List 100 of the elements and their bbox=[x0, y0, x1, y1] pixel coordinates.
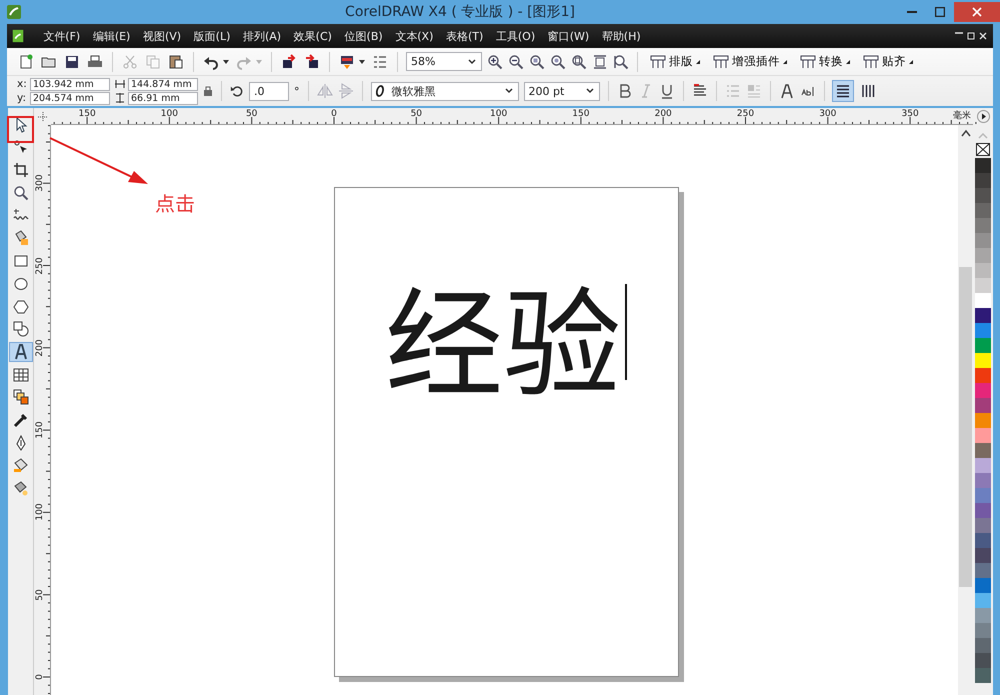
lock-icon[interactable] bbox=[203, 85, 213, 97]
color-swatch[interactable] bbox=[975, 578, 991, 593]
toolbar-button[interactable] bbox=[167, 52, 185, 70]
printer-icon bbox=[87, 54, 103, 70]
color-swatch[interactable] bbox=[975, 263, 991, 278]
grid-icon bbox=[12, 366, 28, 383]
color-swatch[interactable] bbox=[975, 503, 991, 518]
color-swatch[interactable] bbox=[975, 368, 991, 383]
color-swatch[interactable] bbox=[975, 293, 991, 308]
page-text: 经验 bbox=[385, 276, 622, 394]
ruler-origin-icon[interactable] bbox=[38, 112, 48, 122]
ruler-label: 150 bbox=[572, 109, 590, 119]
document-icon[interactable] bbox=[11, 29, 25, 43]
zoom-out-icon[interactable] bbox=[508, 54, 524, 70]
corner-triangle-icon bbox=[783, 60, 787, 64]
height-field[interactable]: 66.91 mm bbox=[128, 92, 198, 104]
color-swatch[interactable] bbox=[975, 623, 991, 638]
fit-width-icon[interactable] bbox=[592, 54, 608, 70]
menu-item[interactable]: 位图(B) bbox=[338, 28, 389, 44]
color-swatch[interactable] bbox=[975, 668, 991, 683]
annotation-label: 点击 bbox=[155, 188, 195, 217]
color-swatch[interactable] bbox=[975, 593, 991, 608]
font-size-dropdown[interactable]: 200 pt bbox=[524, 82, 600, 100]
zoom-in-icon[interactable] bbox=[487, 54, 503, 70]
menu-item[interactable]: 排列(A) bbox=[236, 28, 288, 44]
ruler-label: 300 bbox=[35, 174, 45, 192]
color-swatch[interactable] bbox=[975, 248, 991, 263]
menu-item[interactable]: 版面(L) bbox=[187, 28, 237, 44]
width-field[interactable]: 144.874 mm bbox=[128, 78, 198, 90]
menu-item[interactable]: 窗口(W) bbox=[541, 28, 596, 44]
menu-item[interactable]: 视图(V) bbox=[136, 28, 188, 44]
orientation-button[interactable] bbox=[832, 81, 852, 101]
ruler-label: 250 bbox=[736, 109, 754, 119]
character-format-icon[interactable] bbox=[778, 83, 794, 99]
plugin-button[interactable]: 贴齐 bbox=[859, 54, 917, 69]
toolbar-panel-icon bbox=[650, 54, 666, 68]
font-dropdown[interactable]: 微软雅黑 bbox=[370, 82, 518, 100]
y-position-field[interactable]: 204.574 mm bbox=[30, 92, 110, 104]
restore-icon[interactable] bbox=[967, 32, 975, 40]
new-page-icon bbox=[18, 54, 34, 70]
color-swatch[interactable] bbox=[975, 563, 991, 578]
vertical-lines-icon bbox=[860, 83, 876, 99]
color-swatch[interactable] bbox=[975, 383, 991, 398]
ruler-label: 300 bbox=[819, 109, 836, 119]
magnifier-icon[interactable] bbox=[613, 54, 629, 70]
ruler-label: 150 bbox=[35, 422, 45, 439]
color-swatch[interactable] bbox=[975, 203, 991, 218]
menu-item[interactable]: 表格(T) bbox=[440, 28, 490, 44]
color-swatch[interactable] bbox=[975, 518, 991, 533]
magnifier-icon[interactable] bbox=[529, 54, 545, 70]
polygon-icon bbox=[12, 298, 28, 314]
corner-triangle-icon bbox=[846, 60, 850, 64]
tool-button[interactable] bbox=[10, 342, 32, 361]
menu-item[interactable]: 效果(C) bbox=[287, 28, 338, 44]
color-swatch[interactable] bbox=[975, 473, 991, 488]
color-swatch[interactable] bbox=[975, 458, 991, 473]
color-swatch[interactable] bbox=[975, 353, 991, 368]
menu-item[interactable]: 编辑(E) bbox=[86, 28, 137, 44]
toolbar-button[interactable] bbox=[280, 52, 298, 70]
color-swatch[interactable] bbox=[975, 308, 991, 323]
color-swatch[interactable] bbox=[975, 158, 991, 173]
menu-item[interactable]: 文本(X) bbox=[388, 28, 440, 44]
plugin-button[interactable]: 转换 bbox=[796, 54, 854, 69]
close-button[interactable] bbox=[954, 2, 1000, 22]
color-swatch[interactable] bbox=[975, 638, 991, 653]
no-color-swatch[interactable] bbox=[976, 143, 990, 156]
rotation-field[interactable]: .0 bbox=[249, 82, 289, 100]
color-swatch[interactable] bbox=[975, 278, 991, 293]
menu-item[interactable]: 帮助(H) bbox=[596, 28, 647, 44]
magnifier-page-icon[interactable] bbox=[571, 54, 587, 70]
color-swatch[interactable] bbox=[975, 608, 991, 623]
magnifier-icon[interactable] bbox=[550, 54, 566, 70]
menu-item[interactable]: 文件(F) bbox=[37, 28, 87, 44]
color-swatch[interactable] bbox=[975, 398, 991, 413]
minimize-icon[interactable] bbox=[955, 32, 963, 34]
color-swatch[interactable] bbox=[975, 338, 991, 353]
color-swatch[interactable] bbox=[975, 233, 991, 248]
chevron-down-icon bbox=[504, 86, 514, 96]
fill-drawing-icon bbox=[12, 480, 28, 496]
menu-item[interactable]: 工具(O) bbox=[490, 28, 542, 44]
color-swatch[interactable] bbox=[975, 323, 991, 338]
scrollbar-thumb[interactable] bbox=[959, 267, 972, 587]
color-swatch[interactable] bbox=[975, 443, 991, 458]
toolbar-button[interactable] bbox=[303, 52, 321, 70]
close-icon[interactable] bbox=[979, 32, 987, 40]
play-icon[interactable] bbox=[976, 110, 990, 123]
ruler-label: 50 bbox=[410, 109, 422, 119]
color-swatch[interactable] bbox=[975, 428, 991, 443]
color-swatch[interactable] bbox=[975, 653, 991, 668]
color-swatch[interactable] bbox=[975, 188, 991, 203]
x-position-field[interactable]: 103.942 mm bbox=[30, 78, 110, 90]
color-swatch[interactable] bbox=[975, 488, 991, 503]
color-swatch[interactable] bbox=[975, 173, 991, 188]
color-swatch[interactable] bbox=[975, 548, 991, 563]
color-swatch[interactable] bbox=[975, 413, 991, 428]
color-swatch[interactable] bbox=[975, 218, 991, 233]
plugin-button[interactable]: 增强插件 bbox=[709, 54, 791, 69]
plugin-button[interactable]: 排版 bbox=[646, 54, 704, 69]
color-swatch[interactable] bbox=[975, 533, 991, 548]
zoom-level-dropdown[interactable]: 58% bbox=[406, 52, 482, 71]
